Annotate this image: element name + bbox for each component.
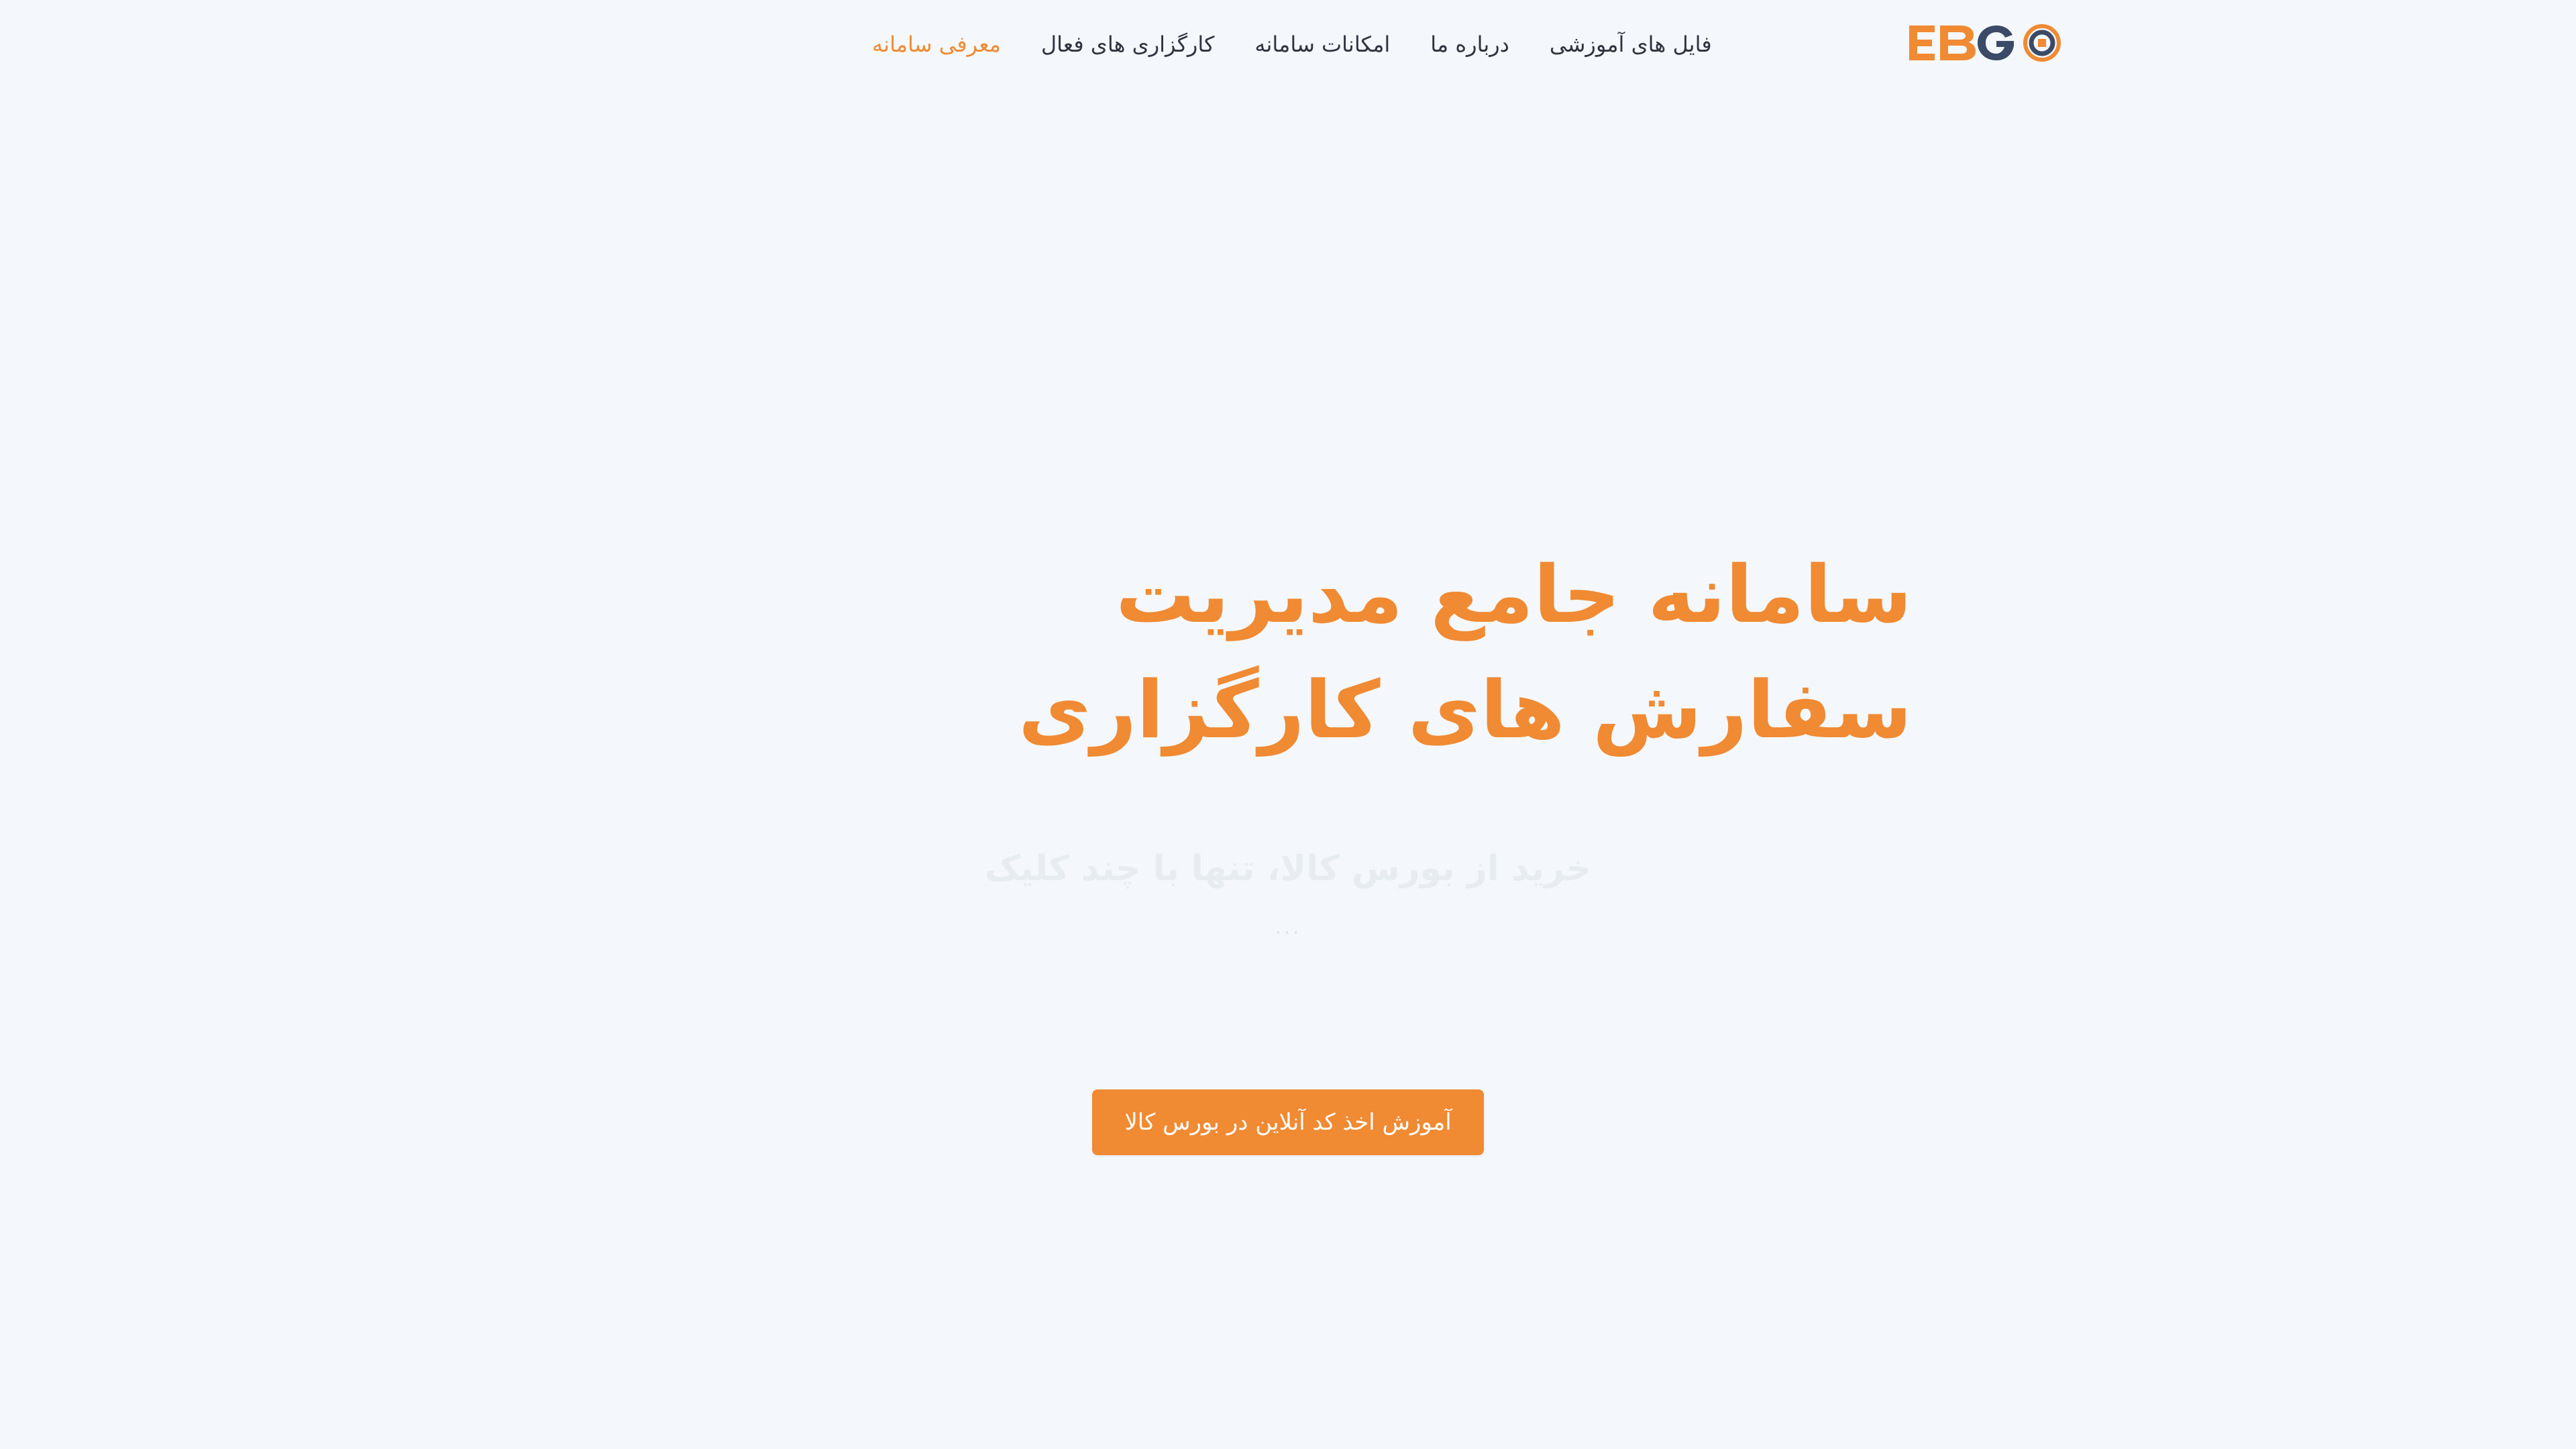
nav-item-about[interactable]: درباره ما xyxy=(1430,24,1509,64)
top-navbar: معرفی سامانه کارگزاری های فعال امکانات س… xyxy=(0,0,2576,94)
main-nav: معرفی سامانه کارگزاری های فعال امکانات س… xyxy=(872,24,1712,64)
ebgo-logo-icon xyxy=(1909,24,2061,62)
hero-subtitle: خرید از بورس کالا، تنها با چند کلیک xyxy=(984,849,1592,889)
brand-logo[interactable] xyxy=(1907,20,2065,66)
online-code-tutorial-button[interactable]: آموزش اخذ کد آنلاین در بورس کالا xyxy=(1092,1089,1484,1155)
nav-item-active-brokers[interactable]: کارگزاری های فعال xyxy=(1041,24,1214,64)
nav-item-tutorial-files[interactable]: فایل های آموزشی xyxy=(1550,24,1712,64)
nav-item-intro[interactable]: معرفی سامانه xyxy=(872,24,1001,64)
typing-indicator: ... xyxy=(1275,914,1301,939)
hero-title: سامانه جامع مدیریت سفارش های کارگزاری xyxy=(1018,548,1912,756)
nav-item-features[interactable]: امکانات سامانه xyxy=(1254,24,1390,64)
